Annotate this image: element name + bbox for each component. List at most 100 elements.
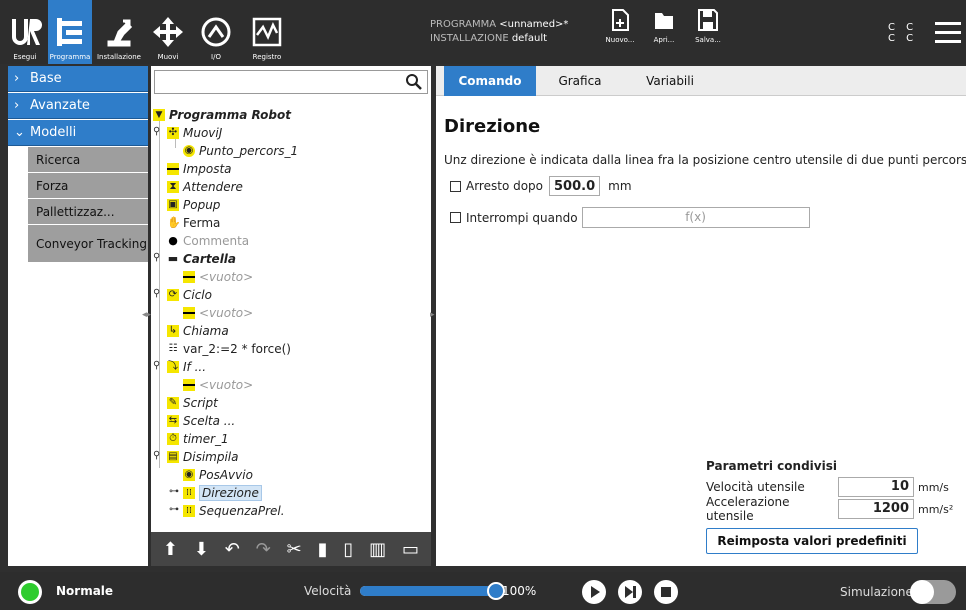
copy-icon[interactable]: ▮ [318,539,328,560]
undo-icon[interactable]: ↶ [225,539,240,560]
folder-icon [655,13,673,29]
velocity-field[interactable]: 10 [838,477,914,497]
interrompi-checkbox[interactable] [450,212,461,223]
tree-root-label: Programma Robot [169,108,291,122]
popup-icon: ▣ [167,199,179,211]
tree-item-script[interactable]: ✎ Script [167,394,218,412]
expand-pin-icon[interactable]: ⚲ [153,288,160,299]
expand-pin-icon[interactable]: ⚲ [153,126,160,137]
expand-pin-icon[interactable]: ⚲ [153,252,160,263]
nav-programma-label: Programma [49,53,91,61]
cut-icon[interactable]: ✂ [287,539,302,560]
nav-io-button[interactable]: I/O [196,0,236,64]
tree-item-attendere[interactable]: ⧗ Attendere [167,178,243,196]
tree-item-ferma[interactable]: ✋ Ferma [167,214,220,232]
tab-comando[interactable]: Comando [444,66,536,96]
script-icon: ✎ [167,397,179,409]
expand-pin-icon[interactable]: ⚲ [153,360,160,371]
expand-pin-icon[interactable]: ⚲ [153,450,160,461]
save-file-button[interactable]: Salva... [688,8,728,60]
nav-programma-button[interactable]: Programma [48,0,92,64]
arresto-label: Arresto dopo [466,179,544,193]
nav-esegui-button[interactable]: Esegui [4,0,46,64]
nav-avanzate[interactable]: › Avanzate [8,93,148,119]
delete-icon[interactable]: ▥ [369,539,386,560]
stop-button[interactable] [654,580,678,604]
nav-base[interactable]: › Base [8,66,148,92]
tree-item-label: Commenta [183,234,250,248]
expression-field[interactable]: f(x) [581,207,810,228]
left-splitter-handle[interactable]: ◂▸ [142,310,151,322]
chevron-down-icon: ⌄ [14,125,25,140]
tree-item-label: Scelta ... [183,414,236,428]
tree-item-cartella[interactable]: ▬ Cartella [167,250,236,268]
tree-item-vuoto[interactable]: <vuoto> [183,376,253,394]
program-tree-panel: ▼ Programma Robot ⚲ ✣ MuoviJ ◉ Punto_percor… [151,66,431,566]
tree-item-vuoto[interactable]: <vuoto> [183,268,253,286]
tree-item-direzione[interactable]: ⁞⁞ Direzione [183,484,262,502]
nav-forza[interactable]: Forza [28,173,148,199]
tree-item-ciclo[interactable]: ⟳ Ciclo [167,286,212,304]
arresto-checkbox[interactable] [450,180,461,192]
simulation-toggle[interactable] [910,580,956,604]
speed-label: Velocità [304,584,352,598]
tree-search-input[interactable] [154,70,428,94]
tree-item-punto-percors[interactable]: ◉ Punto_percors_1 [183,142,298,160]
tree-item-vuoto[interactable]: <vuoto> [183,304,253,322]
hamburger-menu-button[interactable] [935,22,961,49]
nav-ricerca[interactable]: Ricerca [28,147,148,173]
tree-item-label: <vuoto> [199,270,254,284]
tree-item-scelta[interactable]: ⇆ Scelta ... [167,412,235,430]
step-button[interactable] [618,580,642,604]
acceleration-field[interactable]: 1200 [838,499,914,519]
tree-item-commenta[interactable]: ● Commenta [167,232,249,250]
if-branch-icon: ⤵ [167,361,179,373]
new-file-button[interactable]: Nuovo... [600,8,640,60]
tab-grafica[interactable]: Grafica [544,66,616,96]
redo-icon[interactable]: ↷ [256,539,271,560]
reset-defaults-button[interactable]: Reimposta valori predefiniti [706,528,918,554]
tree-item-disimpila[interactable]: ▤ Disimpila [167,448,239,466]
status-indicator-icon[interactable] [16,578,44,606]
paste-icon[interactable]: ▯ [343,539,353,560]
tab-variabili[interactable]: Variabili [632,66,708,96]
program-status: PROGRAMMA <unnamed>* INSTALLAZIONE defau… [430,18,568,46]
empty-icon [183,271,195,283]
tree-item-posavvio[interactable]: ◉ PosAvvio [183,466,253,484]
tree-item-assignment[interactable]: ☷ var_2:=2 * force() [167,340,291,358]
tree-item-muovij[interactable]: ✣ MuoviJ [167,124,222,142]
nav-pallettizzazione[interactable]: Pallettizzaz... [28,199,148,225]
nav-muovi-button[interactable]: Muovi [148,0,188,64]
tree-item-timer[interactable]: ⏱ timer_1 [167,430,229,448]
tree-root[interactable]: ▼ Programma Robot [153,106,291,124]
speed-slider-fill [360,586,496,596]
arresto-row: Arresto dopo 500.0 mm [450,176,632,196]
play-button[interactable] [582,580,606,604]
expand-pin-icon[interactable]: ⊶ [169,486,179,497]
tree-item-imposta[interactable]: Imposta [167,160,232,178]
cc-bottom: C C [888,33,918,44]
open-file-button[interactable]: Apri... [644,8,684,60]
arresto-value-field[interactable]: 500.0 [549,176,601,196]
move-down-icon[interactable]: ⬇ [194,539,209,560]
velocity-unit: mm/s [918,480,949,494]
acceleration-label: Accelerazione utensile [706,495,790,523]
tree-item-label: <vuoto> [199,378,254,392]
expand-pin-icon[interactable]: ⊶ [169,504,179,515]
speed-slider[interactable] [360,582,505,600]
suppress-icon[interactable]: ▭ [402,539,419,560]
nav-conveyor-tracking[interactable]: Conveyor Tracking [28,225,148,263]
shared-params-header: Parametri condivisi [706,459,837,473]
nav-modelli[interactable]: ⌄ Modelli [8,120,148,146]
tree-item-if[interactable]: ⤵ If ... [167,358,206,376]
tree-item-label: If ... [183,360,207,374]
nav-installazione-button[interactable]: Installazione [94,0,144,64]
folder-icon: ▬ [167,252,179,265]
search-icon[interactable] [405,73,423,91]
tree-item-popup[interactable]: ▣ Popup [167,196,220,214]
tree-item-chiama[interactable]: ↳ Chiama [167,322,229,340]
tree-item-sequenzaprel[interactable]: ⁞⁞ SequenzaPrel. [183,502,285,520]
nav-registro-button[interactable]: Registro [244,0,290,64]
move-up-icon[interactable]: ⬆ [163,539,178,560]
tree-item-label: <vuoto> [199,306,254,320]
